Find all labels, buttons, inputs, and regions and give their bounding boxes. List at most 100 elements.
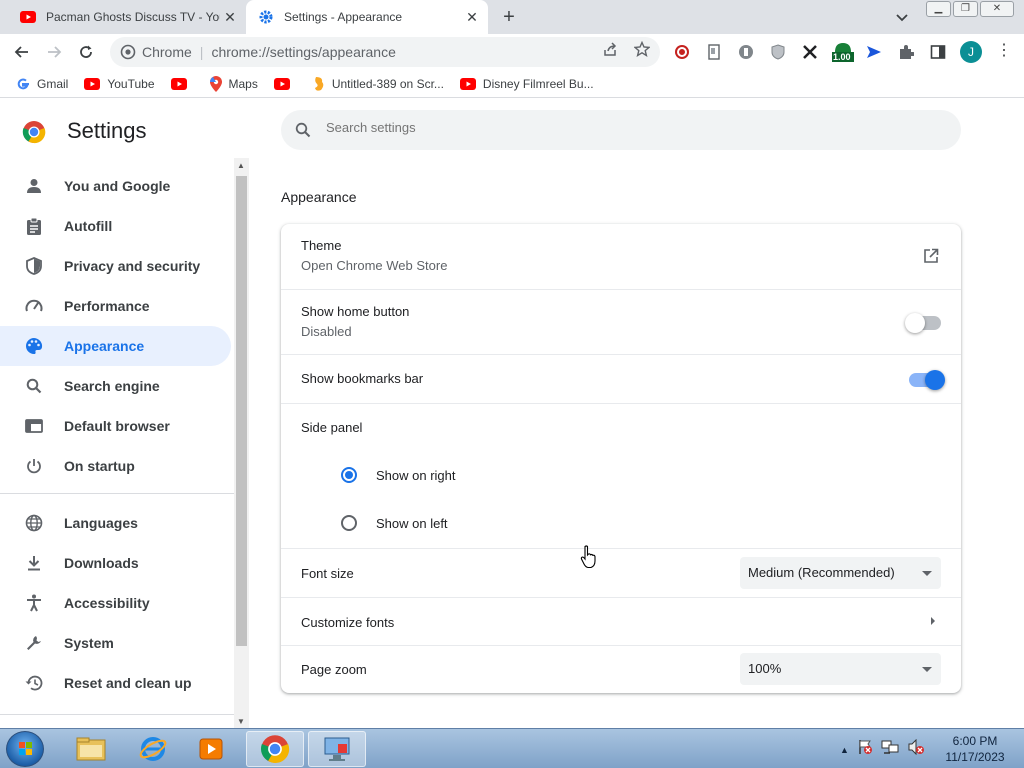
sidebar-item-downloads[interactable]: Downloads bbox=[0, 543, 231, 583]
page-zoom-select[interactable]: 100% bbox=[740, 653, 941, 685]
windows-taskbar: ▲ 6:00 PM 11/17/2023 bbox=[0, 728, 1024, 768]
window-controls: ▁ ❐ ✕ bbox=[926, 1, 1014, 17]
network-icon[interactable] bbox=[881, 739, 899, 760]
extension-adblock-icon[interactable] bbox=[674, 44, 690, 60]
media-player-icon[interactable] bbox=[182, 731, 240, 767]
tab-youtube[interactable]: Pacman Ghosts Discuss TV - YouTube ✕ bbox=[8, 0, 246, 34]
start-button-icon[interactable] bbox=[6, 731, 44, 767]
bookmark-label: Maps bbox=[228, 76, 258, 91]
close-tab-icon[interactable]: ✕ bbox=[462, 9, 482, 26]
extension-shield-icon[interactable] bbox=[770, 44, 786, 60]
extension-tools-icon[interactable] bbox=[802, 44, 818, 60]
address-bar[interactable]: Chrome | chrome://settings/appearance bbox=[110, 37, 660, 67]
radio-label-right[interactable]: Show on right bbox=[376, 468, 456, 483]
show-hidden-icons-icon[interactable]: ▲ bbox=[840, 745, 849, 755]
person-icon bbox=[24, 178, 44, 194]
bookmark-scratch[interactable]: Untitled-389 on Scr... bbox=[313, 76, 444, 92]
bookmarks-bar-label: Show bookmarks bar bbox=[301, 371, 424, 386]
bookmarks-bar-row[interactable]: Show bookmarks bar bbox=[281, 354, 961, 403]
close-tab-icon[interactable]: ✕ bbox=[220, 9, 240, 26]
volume-muted-icon[interactable] bbox=[907, 738, 925, 760]
sidebar-item-label: Privacy and security bbox=[64, 258, 201, 274]
bookmark-star-icon[interactable] bbox=[633, 40, 651, 57]
close-window-icon[interactable]: ✕ bbox=[980, 1, 1014, 17]
url-text[interactable]: chrome://settings/appearance bbox=[211, 44, 395, 60]
bookmark-youtube[interactable]: YouTube bbox=[84, 77, 155, 91]
radio-show-on-right[interactable] bbox=[341, 467, 357, 483]
settings-sidebar: You and Google Autofill Privacy and secu… bbox=[0, 158, 234, 728]
sidebar-item-search-engine[interactable]: Search engine bbox=[0, 366, 231, 406]
appearance-card: Theme Open Chrome Web Store Show home bu… bbox=[281, 224, 961, 693]
sidebar-scrollbar[interactable]: ▲ ▼ bbox=[234, 158, 249, 728]
sidebar-item-accessibility[interactable]: Accessibility bbox=[0, 583, 231, 623]
theme-row[interactable]: Theme Open Chrome Web Store bbox=[281, 224, 961, 289]
sidebar-item-reset[interactable]: Reset and clean up bbox=[0, 663, 231, 703]
forward-icon[interactable] bbox=[44, 42, 64, 62]
sidebar-item-languages[interactable]: Languages bbox=[0, 503, 231, 543]
back-icon[interactable] bbox=[12, 42, 32, 62]
new-tab-icon[interactable]: + bbox=[498, 6, 520, 29]
more-menu-icon[interactable]: ⋮ bbox=[996, 42, 1012, 60]
home-button-toggle[interactable] bbox=[905, 313, 941, 333]
sidebar-item-performance[interactable]: Performance bbox=[0, 286, 231, 326]
side-panel-icon[interactable] bbox=[930, 44, 946, 60]
profile-avatar[interactable]: J bbox=[960, 41, 982, 63]
search-settings-box[interactable] bbox=[281, 110, 961, 150]
sidebar-item-label: Default browser bbox=[64, 418, 170, 434]
radio-show-on-left[interactable] bbox=[341, 515, 357, 531]
sidebar-item-label: Performance bbox=[64, 298, 150, 314]
taskbar-clock[interactable]: 6:00 PM 11/17/2023 bbox=[940, 733, 1010, 765]
settings-header: Settings bbox=[0, 98, 1024, 158]
bookmark-youtube-3[interactable] bbox=[273, 77, 297, 90]
open-in-new-icon[interactable] bbox=[923, 248, 939, 269]
sidebar-item-you-and-google[interactable]: You and Google bbox=[0, 166, 231, 206]
extension-arrow-icon[interactable] bbox=[866, 44, 882, 60]
internet-explorer-icon[interactable] bbox=[124, 731, 182, 767]
extension-document-icon[interactable] bbox=[706, 44, 722, 60]
scrollbar-thumb[interactable] bbox=[236, 176, 247, 646]
sidebar-item-autofill[interactable]: Autofill bbox=[0, 206, 231, 246]
sidebar-item-privacy[interactable]: Privacy and security bbox=[0, 246, 231, 286]
sidebar-item-on-startup[interactable]: On startup bbox=[0, 446, 231, 486]
dropdown-caret-icon bbox=[922, 667, 932, 672]
font-size-select[interactable]: Medium (Recommended) bbox=[740, 557, 941, 589]
bookmark-disney[interactable]: Disney Filmreel Bu... bbox=[459, 77, 594, 91]
remote-desktop-icon[interactable] bbox=[308, 731, 366, 767]
minimize-icon[interactable]: ▁ bbox=[926, 1, 951, 17]
bookmarks-bar-toggle[interactable] bbox=[909, 370, 945, 390]
youtube-icon bbox=[459, 77, 476, 90]
scroll-up-arrow-icon[interactable]: ▲ bbox=[237, 161, 245, 170]
customize-fonts-row[interactable]: Customize fonts bbox=[281, 597, 961, 645]
dropdown-caret-icon bbox=[922, 571, 932, 576]
share-icon[interactable] bbox=[602, 41, 618, 57]
speedometer-icon bbox=[24, 298, 44, 314]
extension-badge-icon[interactable]: 1.00 bbox=[832, 40, 854, 62]
action-center-flag-icon[interactable] bbox=[857, 739, 873, 760]
page-zoom-label: Page zoom bbox=[301, 662, 367, 677]
site-chip-label: Chrome bbox=[142, 44, 192, 60]
file-explorer-icon[interactable] bbox=[62, 731, 120, 767]
sidebar-item-appearance[interactable]: Appearance bbox=[0, 326, 231, 366]
home-button-label: Show home button bbox=[301, 304, 410, 319]
chrome-taskbar-icon[interactable] bbox=[246, 731, 304, 767]
home-button-row[interactable]: Show home button Disabled bbox=[281, 289, 961, 354]
clock-date: 11/17/2023 bbox=[945, 750, 1005, 764]
bookmark-youtube-2[interactable] bbox=[170, 77, 194, 90]
extension-circle-icon[interactable] bbox=[738, 44, 754, 60]
globe-icon bbox=[24, 514, 44, 532]
chrome-site-icon bbox=[120, 44, 136, 63]
sidebar-item-system[interactable]: System bbox=[0, 623, 231, 663]
restore-icon[interactable]: ❐ bbox=[953, 1, 978, 17]
sidebar-item-default-browser[interactable]: Default browser bbox=[0, 406, 231, 446]
radio-label-left[interactable]: Show on left bbox=[376, 516, 448, 531]
bookmark-gmail[interactable]: Gmail bbox=[16, 77, 68, 91]
clipboard-icon bbox=[24, 217, 44, 235]
tab-settings[interactable]: Settings - Appearance ✕ bbox=[246, 0, 488, 34]
reload-icon[interactable] bbox=[76, 42, 96, 62]
search-settings-input[interactable] bbox=[326, 120, 926, 135]
scroll-down-arrow-icon[interactable]: ▼ bbox=[237, 717, 245, 726]
font-size-label: Font size bbox=[301, 566, 354, 581]
extensions-puzzle-icon[interactable] bbox=[898, 44, 915, 60]
tab-search-icon[interactable] bbox=[896, 9, 912, 27]
bookmark-maps[interactable]: Maps bbox=[209, 75, 258, 92]
